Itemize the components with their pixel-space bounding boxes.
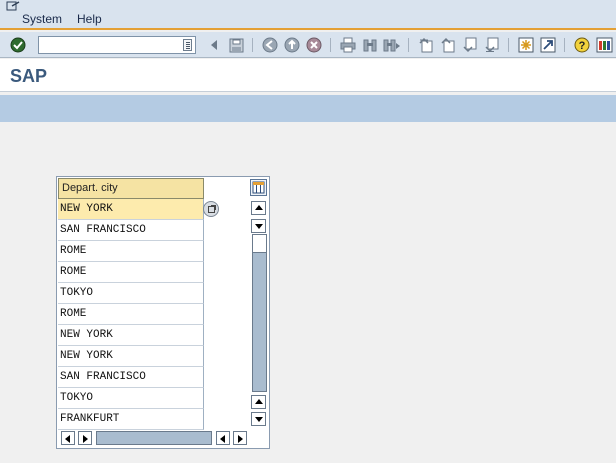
toolbar-separator bbox=[408, 38, 409, 52]
scrollbar-thumb[interactable] bbox=[253, 235, 266, 253]
print-icon bbox=[340, 37, 356, 53]
row-detail-icon[interactable] bbox=[203, 201, 219, 217]
column-header-depart-city[interactable]: Depart. city bbox=[58, 178, 204, 199]
title-bar: SAP bbox=[0, 59, 616, 92]
shortcut-icon bbox=[540, 37, 556, 53]
customize-layout-button[interactable] bbox=[595, 36, 613, 54]
list-item[interactable]: TOKYO bbox=[58, 388, 204, 409]
previous-page-icon bbox=[441, 37, 455, 53]
create-session-icon bbox=[518, 37, 534, 53]
toolbar-separator bbox=[508, 38, 509, 52]
menu-help[interactable]: Help bbox=[77, 12, 102, 26]
back-button[interactable] bbox=[261, 36, 279, 54]
customize-layout-icon bbox=[596, 37, 612, 53]
value-list: NEW YORK SAN FRANCISCO ROME ROME TOKYO R… bbox=[58, 199, 204, 430]
table-settings-icon bbox=[252, 181, 265, 194]
command-field[interactable] bbox=[38, 36, 196, 54]
toolbar-separator bbox=[252, 38, 253, 52]
scroll-page-up-icon[interactable] bbox=[251, 395, 266, 409]
scroll-page-left-icon[interactable] bbox=[216, 431, 230, 445]
previous-page-button[interactable] bbox=[439, 36, 457, 54]
save-button[interactable] bbox=[227, 36, 245, 54]
enter-icon bbox=[10, 37, 26, 53]
list-item[interactable]: ROME bbox=[58, 304, 204, 325]
find-next-button[interactable] bbox=[383, 36, 401, 54]
back-arrow-button[interactable] bbox=[205, 36, 223, 54]
save-icon bbox=[229, 38, 243, 52]
print-button[interactable] bbox=[339, 36, 357, 54]
find-icon bbox=[363, 39, 377, 52]
last-page-button[interactable] bbox=[483, 36, 501, 54]
cancel-icon bbox=[306, 37, 322, 53]
shortcut-button[interactable] bbox=[539, 36, 557, 54]
list-item[interactable]: ROME bbox=[58, 241, 204, 262]
next-page-icon bbox=[463, 37, 477, 53]
next-page-button[interactable] bbox=[461, 36, 479, 54]
application-toolbar bbox=[0, 95, 616, 122]
command-input[interactable] bbox=[39, 37, 179, 53]
enter-button[interactable] bbox=[9, 36, 27, 54]
history-icon[interactable] bbox=[183, 39, 192, 51]
scroll-page-right-icon[interactable] bbox=[233, 431, 247, 445]
list-item[interactable]: NEW YORK bbox=[58, 199, 204, 220]
scrollbar-track[interactable] bbox=[252, 234, 267, 392]
page-title: SAP bbox=[10, 66, 48, 86]
menu-bar: System Help bbox=[0, 0, 616, 30]
list-item[interactable]: TOKYO bbox=[58, 283, 204, 304]
vertical-scrollbar[interactable] bbox=[250, 200, 267, 426]
back-arrow-icon bbox=[211, 40, 217, 50]
help-button[interactable]: ? bbox=[573, 36, 591, 54]
list-item[interactable]: SAN FRANCISCO bbox=[58, 220, 204, 241]
svg-text:?: ? bbox=[579, 40, 586, 52]
scroll-up-icon[interactable] bbox=[251, 201, 266, 215]
scroll-page-down-icon[interactable] bbox=[251, 412, 266, 426]
back-icon bbox=[262, 37, 278, 53]
horizontal-scrollbar-track[interactable] bbox=[96, 431, 212, 445]
find-next-icon bbox=[383, 39, 400, 52]
menu-system[interactable]: System bbox=[22, 12, 62, 26]
column-header-label: Depart. city bbox=[62, 182, 118, 194]
column-configuration-button[interactable] bbox=[250, 179, 267, 196]
toolbar-separator bbox=[564, 38, 565, 52]
toolbar-separator bbox=[330, 38, 331, 52]
scroll-right-icon[interactable] bbox=[78, 431, 92, 445]
menu-exit-icon[interactable] bbox=[6, 1, 20, 11]
scroll-left-icon[interactable] bbox=[61, 431, 75, 445]
list-item[interactable]: SAN FRANCISCO bbox=[58, 367, 204, 388]
standard-toolbar: ? bbox=[0, 32, 616, 58]
menu-help-label: Help bbox=[77, 12, 102, 26]
first-page-icon bbox=[419, 37, 433, 53]
horizontal-scrollbar[interactable] bbox=[58, 430, 254, 446]
list-item[interactable]: NEW YORK bbox=[58, 346, 204, 367]
exit-icon bbox=[284, 37, 300, 53]
list-item[interactable]: ROME bbox=[58, 262, 204, 283]
help-icon: ? bbox=[574, 37, 590, 53]
list-item[interactable]: NEW YORK bbox=[58, 325, 204, 346]
first-page-button[interactable] bbox=[417, 36, 435, 54]
list-item[interactable]: FRANKFURT bbox=[58, 409, 204, 430]
exit-button[interactable] bbox=[283, 36, 301, 54]
menu-system-label: System bbox=[22, 12, 63, 26]
find-button[interactable] bbox=[361, 36, 379, 54]
last-page-icon bbox=[485, 37, 499, 53]
scroll-down-icon[interactable] bbox=[251, 219, 266, 233]
cancel-button[interactable] bbox=[305, 36, 323, 54]
create-session-button[interactable] bbox=[517, 36, 535, 54]
